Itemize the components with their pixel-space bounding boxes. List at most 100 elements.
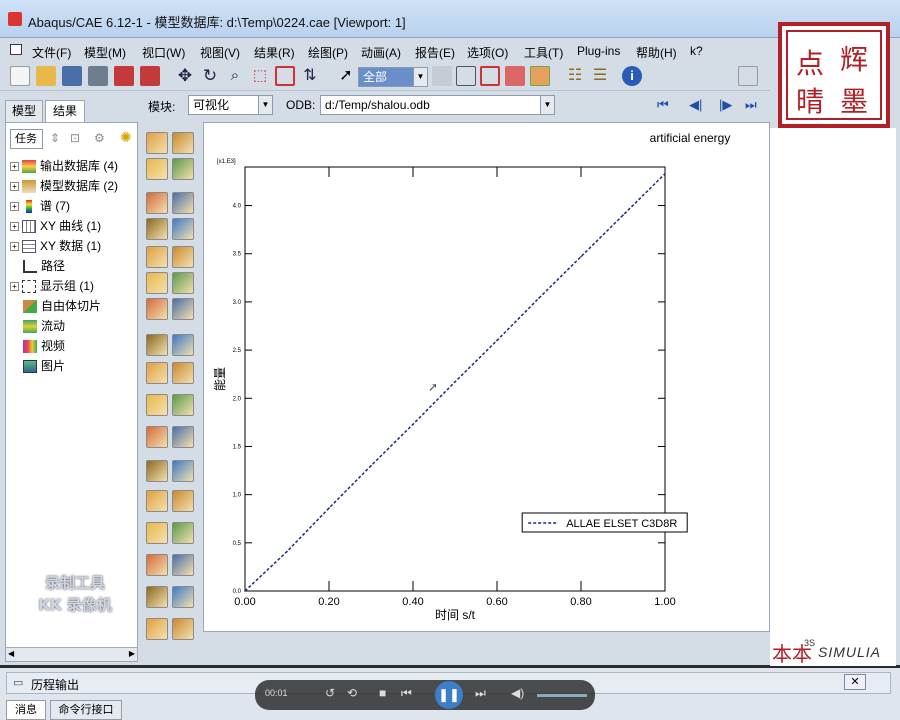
tree-item-path[interactable]: 路径 [23, 257, 65, 275]
plot-deformed-icon[interactable] [172, 132, 194, 154]
plot-symbol-icon[interactable] [172, 522, 194, 544]
tree-options-icon[interactable]: ⚙ [94, 131, 105, 145]
ladder-icon[interactable]: ☷ [565, 66, 585, 86]
expand-icon[interactable]: + [10, 242, 19, 252]
viewport-1[interactable]: artificial energy [x1.E3] 0.00 0.20 0.40 0.60… [203, 122, 770, 632]
plot-deformed-icon[interactable] [172, 362, 194, 384]
new-file-icon[interactable] [10, 66, 30, 86]
volume-icon[interactable]: ◀) [511, 686, 524, 700]
plot-contour-icon[interactable] [146, 522, 168, 544]
open-folder-icon[interactable] [36, 66, 56, 86]
export-icon[interactable] [140, 66, 160, 86]
select-cursor-icon[interactable]: ➚ [336, 66, 356, 86]
plot-deformed-icon[interactable] [172, 490, 194, 512]
next-frame-icon[interactable]: |▶ [719, 97, 732, 113]
expand-icon[interactable]: + [10, 282, 19, 292]
previous-frame-icon[interactable]: ◀| [689, 97, 702, 113]
horizontal-scrollbar[interactable]: ◀ ▶ [6, 647, 137, 661]
tree-item-display-group[interactable]: + 显示组 (1) [10, 277, 94, 295]
plot-contour-icon[interactable] [146, 272, 168, 294]
stop-icon[interactable]: ■ [379, 686, 386, 700]
fit-view-icon[interactable] [275, 66, 295, 86]
path-tool-icon[interactable] [172, 586, 194, 608]
pause-icon[interactable]: ❚❚ [435, 681, 463, 709]
fast-forward-icon[interactable]: ⏭ [475, 686, 486, 701]
drag-shape-icon[interactable] [480, 66, 500, 86]
lightbulb-icon[interactable]: ✺ [120, 129, 132, 146]
odb-select[interactable]: d:/Temp/shalou.odb ▼ [320, 95, 555, 115]
plot-undeformed-icon[interactable] [146, 362, 168, 384]
xy-data-tool-icon[interactable] [172, 554, 194, 576]
rewind-icon[interactable]: ⏮ [401, 686, 412, 701]
plot-undeformed-icon[interactable] [146, 246, 168, 268]
menu-item[interactable]: 选项(O) [467, 44, 508, 61]
save-icon[interactable] [62, 66, 82, 86]
tree-item-spectrum[interactable]: + 谱 (7) [10, 197, 70, 215]
tree-item-movie[interactable]: 视频 [23, 337, 65, 355]
plot-contour-icon[interactable] [146, 158, 168, 180]
animate-icon[interactable] [146, 192, 168, 214]
menu-item[interactable]: 绘图(P) [308, 44, 348, 61]
first-frame-icon[interactable]: ⏮ [657, 97, 669, 113]
expand-icon[interactable]: + [10, 202, 19, 212]
path-tool-icon[interactable] [172, 334, 194, 356]
tree-item-model-db[interactable]: + 模型数据库 (2) [10, 177, 118, 195]
xy-data-tool-icon[interactable] [172, 426, 194, 448]
plot-undeformed-icon[interactable] [146, 618, 168, 640]
tree-item-xy-data[interactable]: + XY 数据 (1) [10, 237, 101, 255]
magnify-icon[interactable]: ⌕ [225, 66, 245, 86]
animate-icon[interactable] [146, 298, 168, 320]
menu-item[interactable]: k? [690, 44, 703, 58]
menu-item[interactable]: 视口(W) [142, 44, 185, 61]
menu-item[interactable]: Plug-ins [577, 44, 620, 58]
menu-item[interactable]: 文件(F) [32, 44, 71, 61]
view-cube-icon[interactable] [738, 66, 758, 86]
tree-item-xy-curve[interactable]: + XY 曲线 (1) [10, 217, 101, 235]
sort-icon[interactable]: ⇕ [50, 131, 60, 145]
plot-deformed-icon[interactable] [172, 246, 194, 268]
plot-undeformed-icon[interactable] [146, 490, 168, 512]
tree-item-free-body[interactable]: 自由体切片 [23, 297, 101, 315]
tab-results[interactable]: 结果 [45, 100, 85, 122]
select-items-icon[interactable] [456, 66, 476, 86]
expand-icon[interactable]: + [10, 182, 19, 192]
pan-icon[interactable]: ✥ [175, 66, 195, 86]
import-icon[interactable] [114, 66, 134, 86]
module-select[interactable]: 可视化 ▼ [188, 95, 273, 115]
tree-item-image[interactable]: 图片 [23, 357, 65, 375]
plot-undeformed-icon[interactable] [146, 132, 168, 154]
box-zoom-icon[interactable]: ⬚ [250, 66, 270, 86]
path-tool-icon[interactable] [172, 218, 194, 240]
create-xy-icon[interactable] [146, 586, 168, 608]
plot-symbol-icon[interactable] [172, 158, 194, 180]
render-style-icon[interactable] [530, 66, 550, 86]
menu-item[interactable]: 报告(E) [415, 44, 455, 61]
tab-model[interactable]: 模型 [5, 100, 43, 122]
loop-icon[interactable]: ⟲ [347, 686, 357, 700]
tree-item-stream[interactable]: 流动 [23, 317, 65, 335]
xy-data-tool-icon[interactable] [172, 298, 194, 320]
menu-item[interactable]: 结果(R) [254, 44, 295, 61]
plot-symbol-icon[interactable] [172, 394, 194, 416]
info-icon[interactable]: i [622, 66, 642, 86]
plot-symbol-icon[interactable] [172, 272, 194, 294]
create-xy-icon[interactable] [146, 334, 168, 356]
create-xy-icon[interactable] [146, 218, 168, 240]
tree-item-output-db[interactable]: + 输出数据库 (4) [10, 157, 118, 175]
animate-icon[interactable] [146, 426, 168, 448]
menu-item[interactable]: 帮助(H) [636, 44, 677, 61]
table-icon[interactable]: ☰ [590, 66, 610, 86]
menu-item[interactable]: 动画(A) [361, 44, 401, 61]
plot-deformed-icon[interactable] [172, 618, 194, 640]
expand-icon[interactable]: + [10, 222, 19, 232]
rotate-icon[interactable]: ↻ [200, 66, 220, 86]
select-mesh-icon[interactable] [505, 66, 525, 86]
print-icon[interactable] [88, 66, 108, 86]
close-icon[interactable]: ✕ [844, 674, 866, 690]
task-select[interactable]: 任务 [10, 129, 43, 149]
volume-slider[interactable] [537, 694, 587, 697]
menu-item[interactable]: 模型(M) [84, 44, 126, 61]
tab-command-line[interactable]: 命令行接口 [50, 700, 122, 720]
system-menu-icon[interactable] [10, 44, 22, 55]
animate-icon[interactable] [146, 554, 168, 576]
